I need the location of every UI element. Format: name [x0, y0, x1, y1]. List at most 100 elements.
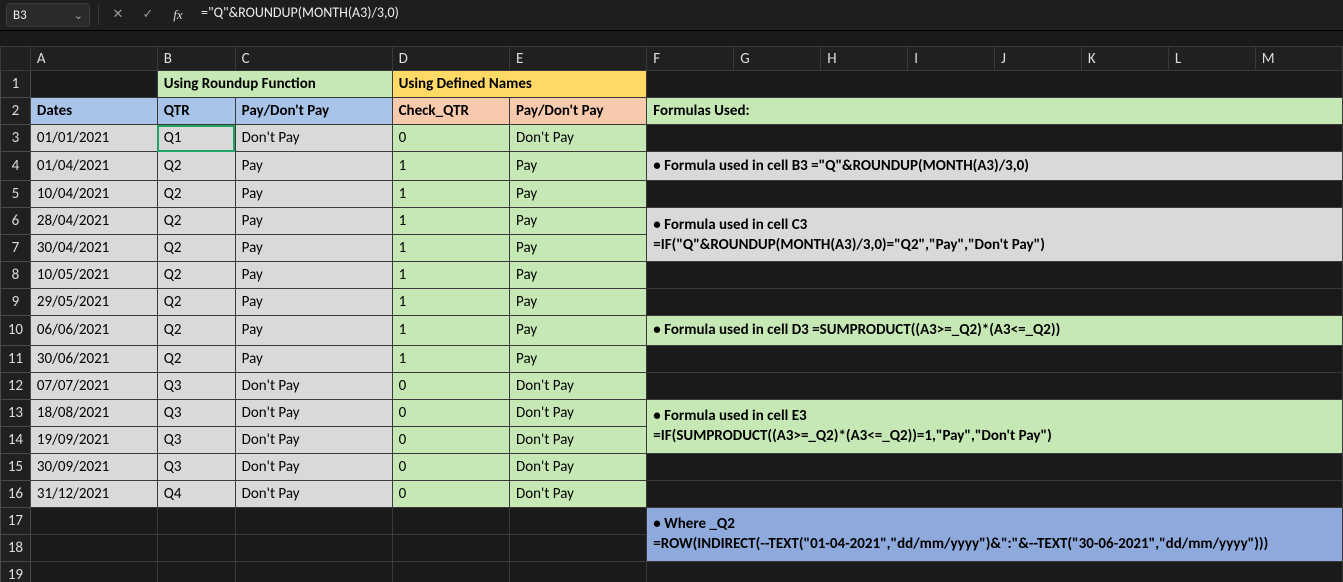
cell[interactable]: Pay	[235, 262, 392, 289]
cell[interactable]: Q3	[157, 453, 235, 480]
cell[interactable]: Q1	[157, 125, 235, 152]
cell[interactable]: 28/04/2021	[30, 208, 157, 235]
cell[interactable]	[647, 345, 1343, 372]
cell[interactable]: Q2	[157, 235, 235, 262]
cell[interactable]: 30/04/2021	[30, 235, 157, 262]
cell[interactable]: Pay	[235, 152, 392, 181]
col-header[interactable]: D	[392, 47, 509, 71]
row-header[interactable]: 14	[1, 426, 31, 453]
cell[interactable]	[647, 125, 1343, 152]
row-header[interactable]: 16	[1, 480, 31, 507]
cell[interactable]: 0	[392, 125, 509, 152]
cell[interactable]: Q3	[157, 426, 235, 453]
cell[interactable]: Pay	[510, 152, 647, 181]
cell[interactable]: 30/09/2021	[30, 453, 157, 480]
cell[interactable]: 0	[392, 399, 509, 426]
col-header[interactable]: K	[1081, 47, 1168, 71]
cell[interactable]: Don't Pay	[235, 125, 392, 152]
cell[interactable]	[647, 453, 1343, 480]
cell[interactable]: Q2	[157, 152, 235, 181]
cell[interactable]: Using Roundup Function	[157, 71, 392, 98]
cell[interactable]	[647, 480, 1343, 507]
cell[interactable]	[30, 71, 157, 98]
cancel-icon[interactable]: ✕	[107, 4, 129, 26]
row-header[interactable]: 6	[1, 208, 31, 235]
cell[interactable]: Pay	[510, 262, 647, 289]
cell[interactable]: Pay	[510, 345, 647, 372]
cell[interactable]: 1	[392, 316, 509, 345]
cell[interactable]	[392, 534, 509, 561]
col-header[interactable]: L	[1168, 47, 1255, 71]
name-box[interactable]: B3 ⌄	[6, 3, 90, 27]
cell[interactable]: Don't Pay	[510, 399, 647, 426]
row-header[interactable]: 12	[1, 372, 31, 399]
cell[interactable]: 0	[392, 426, 509, 453]
col-header[interactable]: H	[821, 47, 908, 71]
cell[interactable]: Pay	[510, 289, 647, 316]
col-header[interactable]: G	[734, 47, 821, 71]
cell[interactable]: Pay/Don't Pay	[510, 98, 647, 125]
row-header[interactable]: 10	[1, 316, 31, 345]
cell[interactable]: Pay	[235, 289, 392, 316]
cell[interactable]: 1	[392, 345, 509, 372]
cell[interactable]: 0	[392, 453, 509, 480]
cell[interactable]	[647, 289, 1343, 316]
cell[interactable]: • Formula used in cell D3 =SUMPRODUCT((A…	[647, 316, 1343, 345]
cell[interactable]: QTR	[157, 98, 235, 125]
cell[interactable]: Pay	[235, 235, 392, 262]
cell[interactable]: Q2	[157, 345, 235, 372]
cell[interactable]: • Where _Q2=ROW(INDIRECT(--TEXT("01-04-2…	[647, 507, 1343, 561]
col-header[interactable]: A	[30, 47, 157, 71]
cell[interactable]: Pay	[235, 316, 392, 345]
cell[interactable]	[235, 534, 392, 561]
cell[interactable]: 19/09/2021	[30, 426, 157, 453]
cell[interactable]	[647, 181, 1343, 208]
cell[interactable]: • Formula used in cell C3=IF("Q"&ROUNDUP…	[647, 208, 1343, 262]
cell[interactable]	[647, 71, 1343, 98]
cell[interactable]	[392, 561, 509, 582]
row-header[interactable]: 1	[1, 71, 31, 98]
col-header[interactable]: J	[995, 47, 1082, 71]
cell[interactable]: Q3	[157, 399, 235, 426]
cell[interactable]: Q4	[157, 480, 235, 507]
row-header[interactable]: 2	[1, 98, 31, 125]
row-header[interactable]: 7	[1, 235, 31, 262]
cell[interactable]: Q3	[157, 372, 235, 399]
cell[interactable]: Q2	[157, 289, 235, 316]
cell[interactable]: 1	[392, 181, 509, 208]
col-header[interactable]: B	[157, 47, 235, 71]
cell[interactable]	[235, 507, 392, 534]
col-header[interactable]: F	[647, 47, 734, 71]
cell[interactable]: • Formula used in cell E3=IF(SUMPRODUCT(…	[647, 399, 1343, 453]
row-header[interactable]: 3	[1, 125, 31, 152]
cell[interactable]: 31/12/2021	[30, 480, 157, 507]
cell[interactable]: Formulas Used:	[647, 98, 1343, 125]
cell[interactable]: 07/07/2021	[30, 372, 157, 399]
cell[interactable]: Don't Pay	[510, 453, 647, 480]
cell[interactable]	[392, 507, 509, 534]
cell[interactable]: Q2	[157, 262, 235, 289]
cell[interactable]: 01/04/2021	[30, 152, 157, 181]
col-header[interactable]: M	[1255, 47, 1342, 71]
cell[interactable]: • Formula used in cell B3 ="Q"&ROUNDUP(M…	[647, 152, 1343, 181]
confirm-icon[interactable]: ✓	[137, 4, 159, 26]
cell[interactable]: Pay/Don't Pay	[235, 98, 392, 125]
cell[interactable]: Dates	[30, 98, 157, 125]
cell[interactable]: 29/05/2021	[30, 289, 157, 316]
cell[interactable]	[647, 262, 1343, 289]
spreadsheet-grid[interactable]: A B C D E F G H I J K L M 1 Using Roundu…	[0, 46, 1343, 582]
cell[interactable]: Check_QTR	[392, 98, 509, 125]
cell[interactable]: Q2	[157, 316, 235, 345]
cell[interactable]: Don't Pay	[235, 372, 392, 399]
cell[interactable]: Pay	[510, 181, 647, 208]
cell[interactable]: 06/06/2021	[30, 316, 157, 345]
col-header[interactable]: C	[235, 47, 392, 71]
cell[interactable]: Pay	[510, 316, 647, 345]
cell[interactable]	[510, 534, 647, 561]
cell[interactable]	[157, 561, 235, 582]
cell[interactable]: 0	[392, 480, 509, 507]
cell[interactable]: Pay	[235, 345, 392, 372]
cell[interactable]: 1	[392, 208, 509, 235]
fx-icon[interactable]: fx	[167, 4, 189, 26]
row-header[interactable]: 8	[1, 262, 31, 289]
